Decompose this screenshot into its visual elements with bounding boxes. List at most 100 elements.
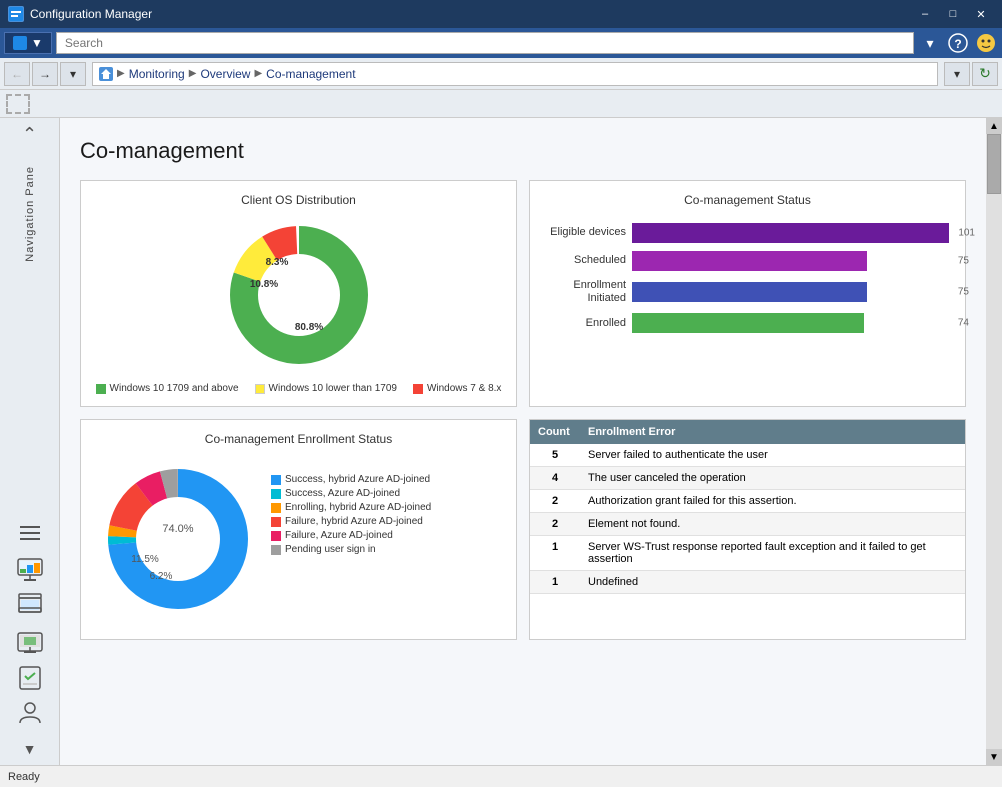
breadcrumb-sep-3: ▶ [254, 68, 262, 79]
refresh-button[interactable]: ↻ [972, 62, 998, 86]
navigation-pane: ⌃ Navigation Pane ▼ [0, 118, 60, 765]
error-table-body: 5Server failed to authenticate the user4… [530, 444, 965, 594]
bar-row-eligible: Eligible devices 101 [546, 223, 949, 243]
side-icon-assets[interactable] [14, 589, 46, 621]
nav-dropdown-button[interactable]: ▾ [60, 62, 86, 86]
comanagement-status-title: Co-management Status [542, 193, 953, 207]
table-row: 2Element not found. [530, 513, 965, 536]
enrollment-errors-table: Count Enrollment Error 5Server failed to… [530, 420, 965, 594]
home-icon [99, 67, 113, 81]
side-icon-users[interactable] [14, 697, 46, 729]
table-row: 1Server WS-Trust response reported fault… [530, 536, 965, 571]
legend-enrolling-hybrid: Enrolling, hybrid Azure AD-joined [271, 502, 431, 513]
error-message: Element not found. [580, 513, 965, 536]
svg-text:8.3%: 8.3% [265, 257, 288, 268]
client-os-donut: 8.3% 10.8% 80.8% [219, 215, 379, 375]
scroll-up-button[interactable]: ▲ [986, 118, 1002, 134]
legend-color-enrolling-hybrid [271, 503, 281, 513]
enrollment-errors-card: Count Enrollment Error 5Server failed to… [529, 419, 966, 640]
error-message: Server failed to authenticate the user [580, 444, 965, 467]
client-os-title: Client OS Distribution [93, 193, 504, 207]
scroll-thumb[interactable] [987, 134, 1001, 194]
table-row: 4The user canceled the operation [530, 467, 965, 490]
close-button[interactable]: ✕ [968, 5, 994, 23]
svg-text:?: ? [954, 37, 961, 51]
enrollment-legend: Success, hybrid Azure AD-joined Success,… [271, 474, 431, 555]
legend-label-failure-hybrid: Failure, hybrid Azure AD-joined [285, 516, 423, 527]
left-expand-more[interactable]: ▼ [0, 737, 59, 761]
side-icon-monitoring[interactable] [14, 553, 46, 585]
error-header: Enrollment Error [580, 420, 965, 444]
bar-row-enrollment-initiated: EnrollmentInitiated 75 [546, 279, 949, 305]
legend-color-failure-azure [271, 531, 281, 541]
bar-row-enrolled: Enrolled 74 [546, 313, 949, 333]
legend-azure-success: Success, Azure AD-joined [271, 488, 431, 499]
client-os-legend: Windows 10 1709 and above Windows 10 low… [96, 383, 502, 394]
legend-hybrid-success: Success, hybrid Azure AD-joined [271, 474, 431, 485]
bar-track-eligible: 101 [632, 223, 949, 243]
menu-icons: ▾ ? [918, 31, 998, 55]
legend-pending-signin: Pending user sign in [271, 544, 431, 555]
status-bar: Ready [0, 765, 1002, 787]
scroll-track [986, 134, 1002, 749]
bar-track-scheduled: 75 [632, 251, 949, 271]
legend-color-pending-signin [271, 545, 281, 555]
minimize-button[interactable]: – [912, 5, 938, 23]
side-icon-compliance[interactable] [14, 661, 46, 693]
bar-track-enrollment-initiated: 75 [632, 282, 949, 302]
error-count: 2 [530, 490, 580, 513]
menu-icon [13, 36, 27, 50]
right-scrollbar: ▲ ▼ [986, 118, 1002, 765]
legend-color-azure-success [271, 489, 281, 499]
legend-label-azure-success: Success, Azure AD-joined [285, 488, 400, 499]
search-input[interactable] [56, 32, 914, 54]
error-table-header: Count Enrollment Error [530, 420, 965, 444]
breadcrumb-dropdown-button[interactable]: ▾ [944, 62, 970, 86]
legend-win10-above: Windows 10 1709 and above [96, 383, 239, 394]
svg-text:11.5%: 11.5% [131, 554, 159, 565]
error-count: 1 [530, 536, 580, 571]
breadcrumb-comanagement[interactable]: Co-management [266, 67, 355, 81]
legend-color-hybrid-success [271, 475, 281, 485]
breadcrumb-overview[interactable]: Overview [200, 67, 250, 81]
breadcrumb-sep-2: ▶ [189, 68, 197, 79]
bar-fill-eligible [632, 223, 949, 243]
forward-button[interactable]: → [32, 62, 58, 86]
enrollment-status-title: Co-management Enrollment Status [93, 432, 504, 446]
menu-dropdown[interactable]: ▼ [4, 32, 52, 54]
dropdown-arrow-icon[interactable]: ▾ [918, 31, 942, 55]
bar-label-enrolled: Enrolled [546, 317, 626, 330]
enrollment-content: 74.0% 11.5% 6.2% Success, hybrid Azure A… [93, 454, 504, 627]
bar-label-eligible: Eligible devices [546, 226, 626, 239]
back-button[interactable]: ← [4, 62, 30, 86]
error-message: Authorization grant failed for this asse… [580, 490, 965, 513]
enrollment-donut-area: 74.0% 11.5% 6.2% [93, 454, 263, 627]
nav-bar: ← → ▾ ▶ Client OS Distribution Monitorin… [0, 58, 1002, 90]
bar-fill-enrolled [632, 313, 864, 333]
error-message: Undefined [580, 571, 965, 594]
table-row: 2Authorization grant failed for this ass… [530, 490, 965, 513]
enrollment-donut: 74.0% 11.5% 6.2% [93, 454, 263, 624]
maximize-button[interactable]: □ [940, 5, 966, 23]
bar-fill-scheduled [632, 251, 867, 271]
left-collapse-arrow[interactable]: ⌃ [0, 122, 59, 146]
title-bar: Configuration Manager – □ ✕ [0, 0, 1002, 28]
side-icon-devices[interactable] [14, 625, 46, 657]
client-os-chart: 8.3% 10.8% 80.8% Windows 10 1709 and abo… [93, 215, 504, 394]
legend-label-win10-below: Windows 10 lower than 1709 [269, 383, 397, 394]
bar-fill-enrollment-initiated [632, 282, 867, 302]
svg-text:74.0%: 74.0% [162, 523, 193, 535]
bar-row-scheduled: Scheduled 75 [546, 251, 949, 271]
error-count: 2 [530, 513, 580, 536]
breadcrumb-monitoring[interactable]: Monitoring [129, 67, 185, 81]
user-icon[interactable] [974, 31, 998, 55]
help-icon[interactable]: ? [946, 31, 970, 55]
client-os-card: Client OS Distribution [80, 180, 517, 407]
legend-label-enrolling-hybrid: Enrolling, hybrid Azure AD-joined [285, 502, 431, 513]
count-header: Count [530, 420, 580, 444]
scroll-down-button[interactable]: ▼ [986, 749, 1002, 765]
main-layout: ⌃ Navigation Pane ▼ Co- [0, 118, 1002, 765]
comanagement-status-card: Co-management Status Eligible devices 10… [529, 180, 966, 407]
side-icon-menu[interactable] [14, 517, 46, 549]
bar-value-eligible: 101 [958, 228, 975, 239]
